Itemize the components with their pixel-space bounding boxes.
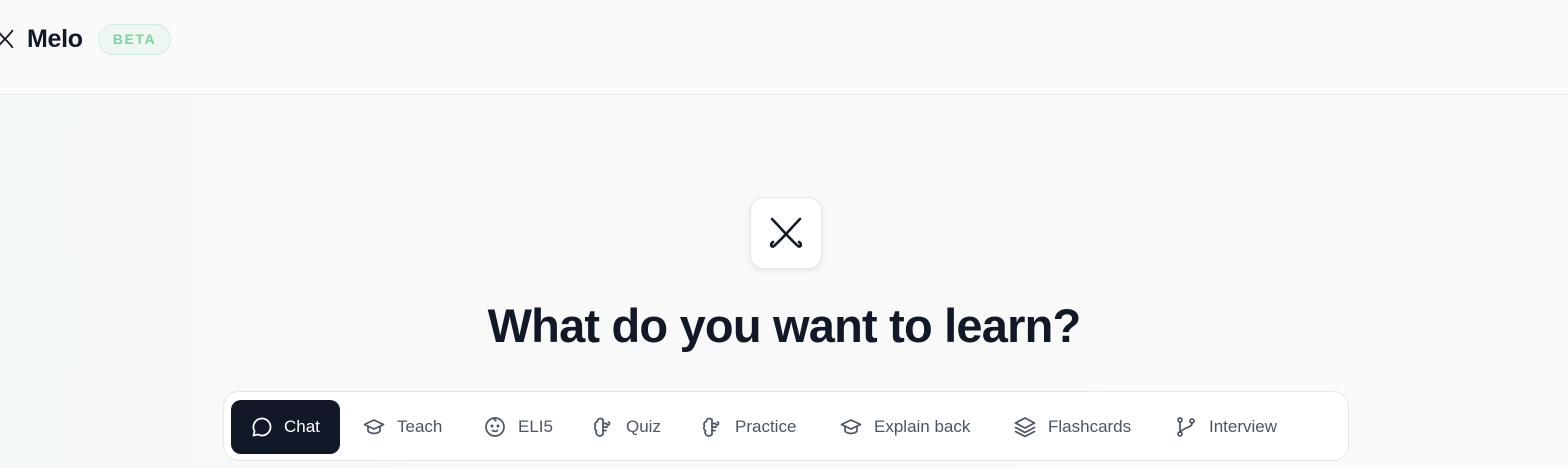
chat-bubble-icon: [252, 417, 272, 437]
mode-quiz[interactable]: Quiz: [591, 400, 661, 454]
hero-logo-tile: [750, 197, 822, 269]
git-branch-icon: [1177, 417, 1195, 437]
mode-selector: Chat Teach ELI5 Quiz Practice Explain ba…: [223, 391, 1349, 461]
brain-icon: [594, 417, 611, 437]
graduation-cap-icon: [840, 419, 862, 435]
mode-teach[interactable]: Teach: [362, 400, 442, 454]
mode-label: Flashcards: [1048, 417, 1132, 436]
mode-label: Teach: [397, 417, 443, 436]
brand[interactable]: Melo BETA: [0, 22, 172, 56]
melo-logo-icon: [0, 29, 14, 49]
mode-label: Quiz: [626, 417, 661, 436]
graduation-cap-icon: [363, 419, 385, 435]
mode-flashcards[interactable]: Flashcards: [1013, 400, 1131, 454]
page-title: What do you want to learn?: [487, 299, 1082, 352]
mode-label: ELI5: [518, 417, 553, 436]
mode-label: Explain back: [874, 417, 971, 436]
mode-chat[interactable]: Chat: [231, 400, 340, 454]
mode-eli5[interactable]: ELI5: [483, 400, 553, 454]
mode-label: Interview: [1209, 417, 1278, 436]
mode-interview[interactable]: Interview: [1174, 400, 1277, 454]
top-bar: Melo BETA: [0, 0, 1568, 95]
mode-label: Practice: [735, 417, 797, 436]
baby-face-icon: [485, 417, 505, 437]
melo-logo-icon: [769, 217, 803, 248]
brain-icon: [703, 417, 720, 437]
brand-name: Melo: [27, 24, 83, 53]
beta-badge: BETA: [97, 23, 172, 55]
mode-label: Chat: [284, 417, 320, 436]
mode-explain-back[interactable]: Explain back: [839, 400, 970, 454]
mode-practice[interactable]: Practice: [700, 400, 796, 454]
layers-icon: [1014, 417, 1036, 438]
